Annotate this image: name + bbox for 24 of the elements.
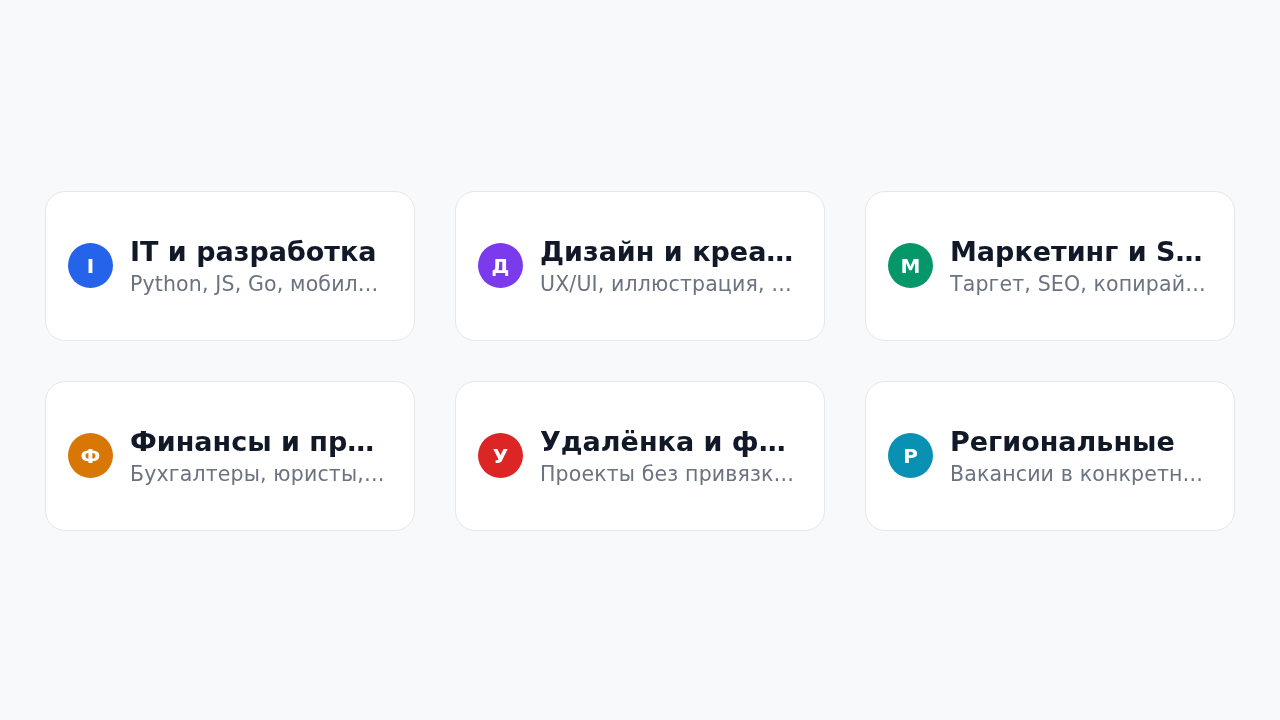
category-card[interactable]: I IT и разработка Python, JS, Go, мобил… — [45, 190, 415, 341]
letter-avatar: Д — [478, 243, 523, 288]
category-description: Python, JS, Go, мобил… — [130, 272, 379, 297]
category-title: Региональные — [950, 426, 1176, 459]
category-title: Финансы и пр… — [130, 426, 376, 459]
category-card[interactable]: Р Региональные Вакансии в конкретн… — [865, 380, 1235, 531]
letter-avatar: Ф — [68, 433, 113, 478]
letter-avatar: М — [888, 243, 933, 288]
category-title: IT и разработка — [130, 236, 378, 269]
category-description: Таргет, SEO, копирай… — [950, 272, 1206, 297]
letter-avatar: Р — [888, 433, 933, 478]
category-title: Дизайн и креа… — [540, 236, 794, 269]
category-description: Проекты без привязк… — [540, 462, 795, 487]
category-card[interactable]: Д Дизайн и креа… UX/UI, иллюстрация, … — [455, 190, 825, 341]
category-card[interactable]: У Удалёнка и ф… Проекты без привязк… — [455, 380, 825, 531]
category-title: Маркетинг и S… — [950, 236, 1204, 269]
category-card[interactable]: Ф Финансы и пр… Бухгалтеры, юристы,… — [45, 380, 415, 531]
category-card[interactable]: М Маркетинг и S… Таргет, SEO, копирай… — [865, 190, 1235, 341]
category-description: UX/UI, иллюстрация, … — [540, 272, 793, 297]
category-description: Бухгалтеры, юристы,… — [130, 462, 385, 487]
category-title: Удалёнка и ф… — [540, 426, 787, 459]
category-description: Вакансии в конкретн… — [950, 462, 1204, 487]
letter-avatar: I — [68, 243, 113, 288]
letter-avatar: У — [478, 433, 523, 478]
